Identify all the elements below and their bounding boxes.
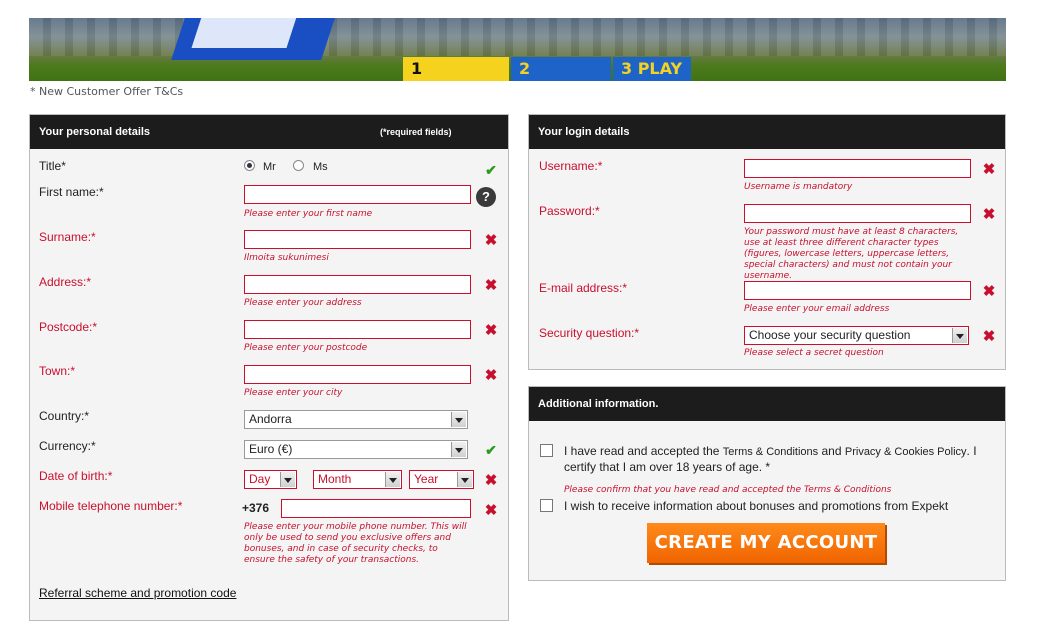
country-select-value: Andorra [249, 412, 292, 426]
dob-month-select[interactable]: Month [313, 470, 402, 489]
referral-link[interactable]: Referral scheme and promotion code [39, 586, 236, 600]
address-x-icon: ✖ [484, 277, 498, 294]
email-x-icon: ✖ [982, 283, 996, 300]
terms-error: Please confirm that you have read and ac… [564, 485, 892, 495]
password-x-icon: ✖ [982, 206, 996, 223]
currency-select-value: Euro (€) [249, 442, 293, 456]
surname-label: Surname:* [39, 230, 96, 244]
country-label: Country:* [39, 409, 90, 423]
surname-error: Ilmoita sukunimesi [244, 253, 329, 263]
terms-conditions-link[interactable]: Terms & Conditions [723, 446, 818, 458]
currency-select[interactable]: Euro (€) [244, 440, 468, 459]
mobile-x-icon: ✖ [484, 502, 498, 519]
additional-info-title: Additional information. [538, 398, 659, 410]
password-input[interactable] [744, 204, 971, 223]
mobile-error: Please enter your mobile phone number. T… [244, 522, 467, 565]
surname-input[interactable] [244, 230, 471, 249]
offer-terms-link[interactable]: * New Customer Offer T&Cs [30, 85, 183, 98]
dob-year-select[interactable]: Year [409, 470, 474, 489]
terms-checkbox[interactable] [540, 444, 553, 457]
username-x-icon: ✖ [982, 161, 996, 178]
title-mr-radio[interactable] [244, 160, 255, 171]
banner-logo-shape-highlight [191, 18, 298, 48]
privacy-policy-link[interactable]: Privacy & Cookies Policy [845, 446, 967, 458]
dob-label: Date of birth:* [39, 469, 113, 483]
steps-bar: 1 REGISTER 2 DEPOSIT 3 PLAY [403, 57, 691, 81]
email-error: Please enter your email address [744, 304, 890, 314]
hero-banner: 1 REGISTER 2 DEPOSIT 3 PLAY [29, 18, 1006, 81]
postcode-input[interactable] [244, 320, 471, 339]
username-input[interactable] [744, 159, 971, 178]
country-select[interactable]: Andorra [244, 410, 468, 429]
security-x-icon: ✖ [982, 328, 996, 345]
title-label: Title* [39, 159, 66, 173]
username-label: Username:* [539, 159, 603, 173]
login-details-title: Your login details [538, 126, 630, 138]
dob-day-value: Day [249, 472, 271, 486]
chevron-down-icon [385, 472, 400, 487]
currency-label: Currency:* [39, 439, 96, 453]
terms-text-part1: I have read and accepted the [564, 444, 723, 458]
address-label: Address:* [39, 275, 92, 289]
step-play: 3 PLAY [613, 57, 691, 81]
bonus-checkbox[interactable] [540, 499, 553, 512]
town-error: Please enter your city [244, 388, 343, 398]
security-question-select[interactable]: Choose your security question [744, 326, 969, 345]
password-error: Your password must have at least 8 chara… [744, 227, 959, 281]
personal-details-title: Your personal details [39, 126, 151, 138]
security-label: Security question:* [539, 326, 640, 340]
security-question-value: Choose your security question [749, 328, 911, 342]
town-input[interactable] [244, 365, 471, 384]
title-ms-label: Ms [313, 161, 328, 173]
town-label: Town:* [39, 364, 76, 378]
dob-x-icon: ✖ [484, 472, 498, 489]
step-register: 1 REGISTER [403, 57, 509, 81]
first-name-error: Please enter your first name [244, 209, 373, 219]
currency-check-icon: ✔ [485, 442, 497, 458]
help-icon[interactable]: ? [476, 187, 496, 207]
bonus-text: I wish to receive information about bonu… [564, 499, 949, 513]
mobile-label: Mobile telephone number:* [39, 499, 183, 513]
terms-text-and: and [818, 444, 845, 458]
personal-details-header: Your personal details (*required fields) [30, 115, 508, 149]
dob-month-value: Month [318, 472, 352, 486]
required-fields-note: (*required fields) [380, 127, 452, 137]
title-mr-label: Mr [263, 161, 276, 173]
title-ms-radio[interactable] [293, 160, 304, 171]
chevron-down-icon [451, 412, 466, 427]
first-name-label: First name:* [39, 185, 104, 199]
postcode-x-icon: ✖ [484, 322, 498, 339]
create-account-button[interactable]: CREATE MY ACCOUNT [647, 523, 885, 563]
address-input[interactable] [244, 275, 471, 294]
dob-year-value: Year [414, 472, 439, 486]
step-deposit: 2 DEPOSIT [511, 57, 611, 81]
terms-text: I have read and accepted the Terms & Con… [564, 444, 979, 475]
login-details-header: Your login details [529, 115, 1005, 149]
security-error: Please select a secret question [744, 348, 884, 358]
address-error: Please enter your address [244, 298, 362, 308]
mobile-prefix: +376 [242, 501, 270, 515]
additional-info-header: Additional information. [529, 387, 1005, 421]
username-error: Username is mandatory [744, 182, 853, 192]
email-label: E-mail address:* [539, 281, 628, 295]
chevron-down-icon [451, 442, 466, 457]
town-x-icon: ✖ [484, 367, 498, 384]
password-label: Password:* [539, 204, 600, 218]
first-name-input[interactable] [244, 185, 471, 204]
mobile-input[interactable] [281, 499, 471, 518]
postcode-label: Postcode:* [39, 320, 98, 334]
chevron-down-icon [952, 328, 967, 343]
postcode-error: Please enter your postcode [244, 343, 368, 353]
title-check-icon: ✔ [485, 162, 497, 178]
dob-day-select[interactable]: Day [244, 470, 297, 489]
surname-x-icon: ✖ [484, 232, 498, 249]
email-input[interactable] [744, 281, 971, 300]
chevron-down-icon [457, 472, 472, 487]
chevron-down-icon [280, 472, 295, 487]
